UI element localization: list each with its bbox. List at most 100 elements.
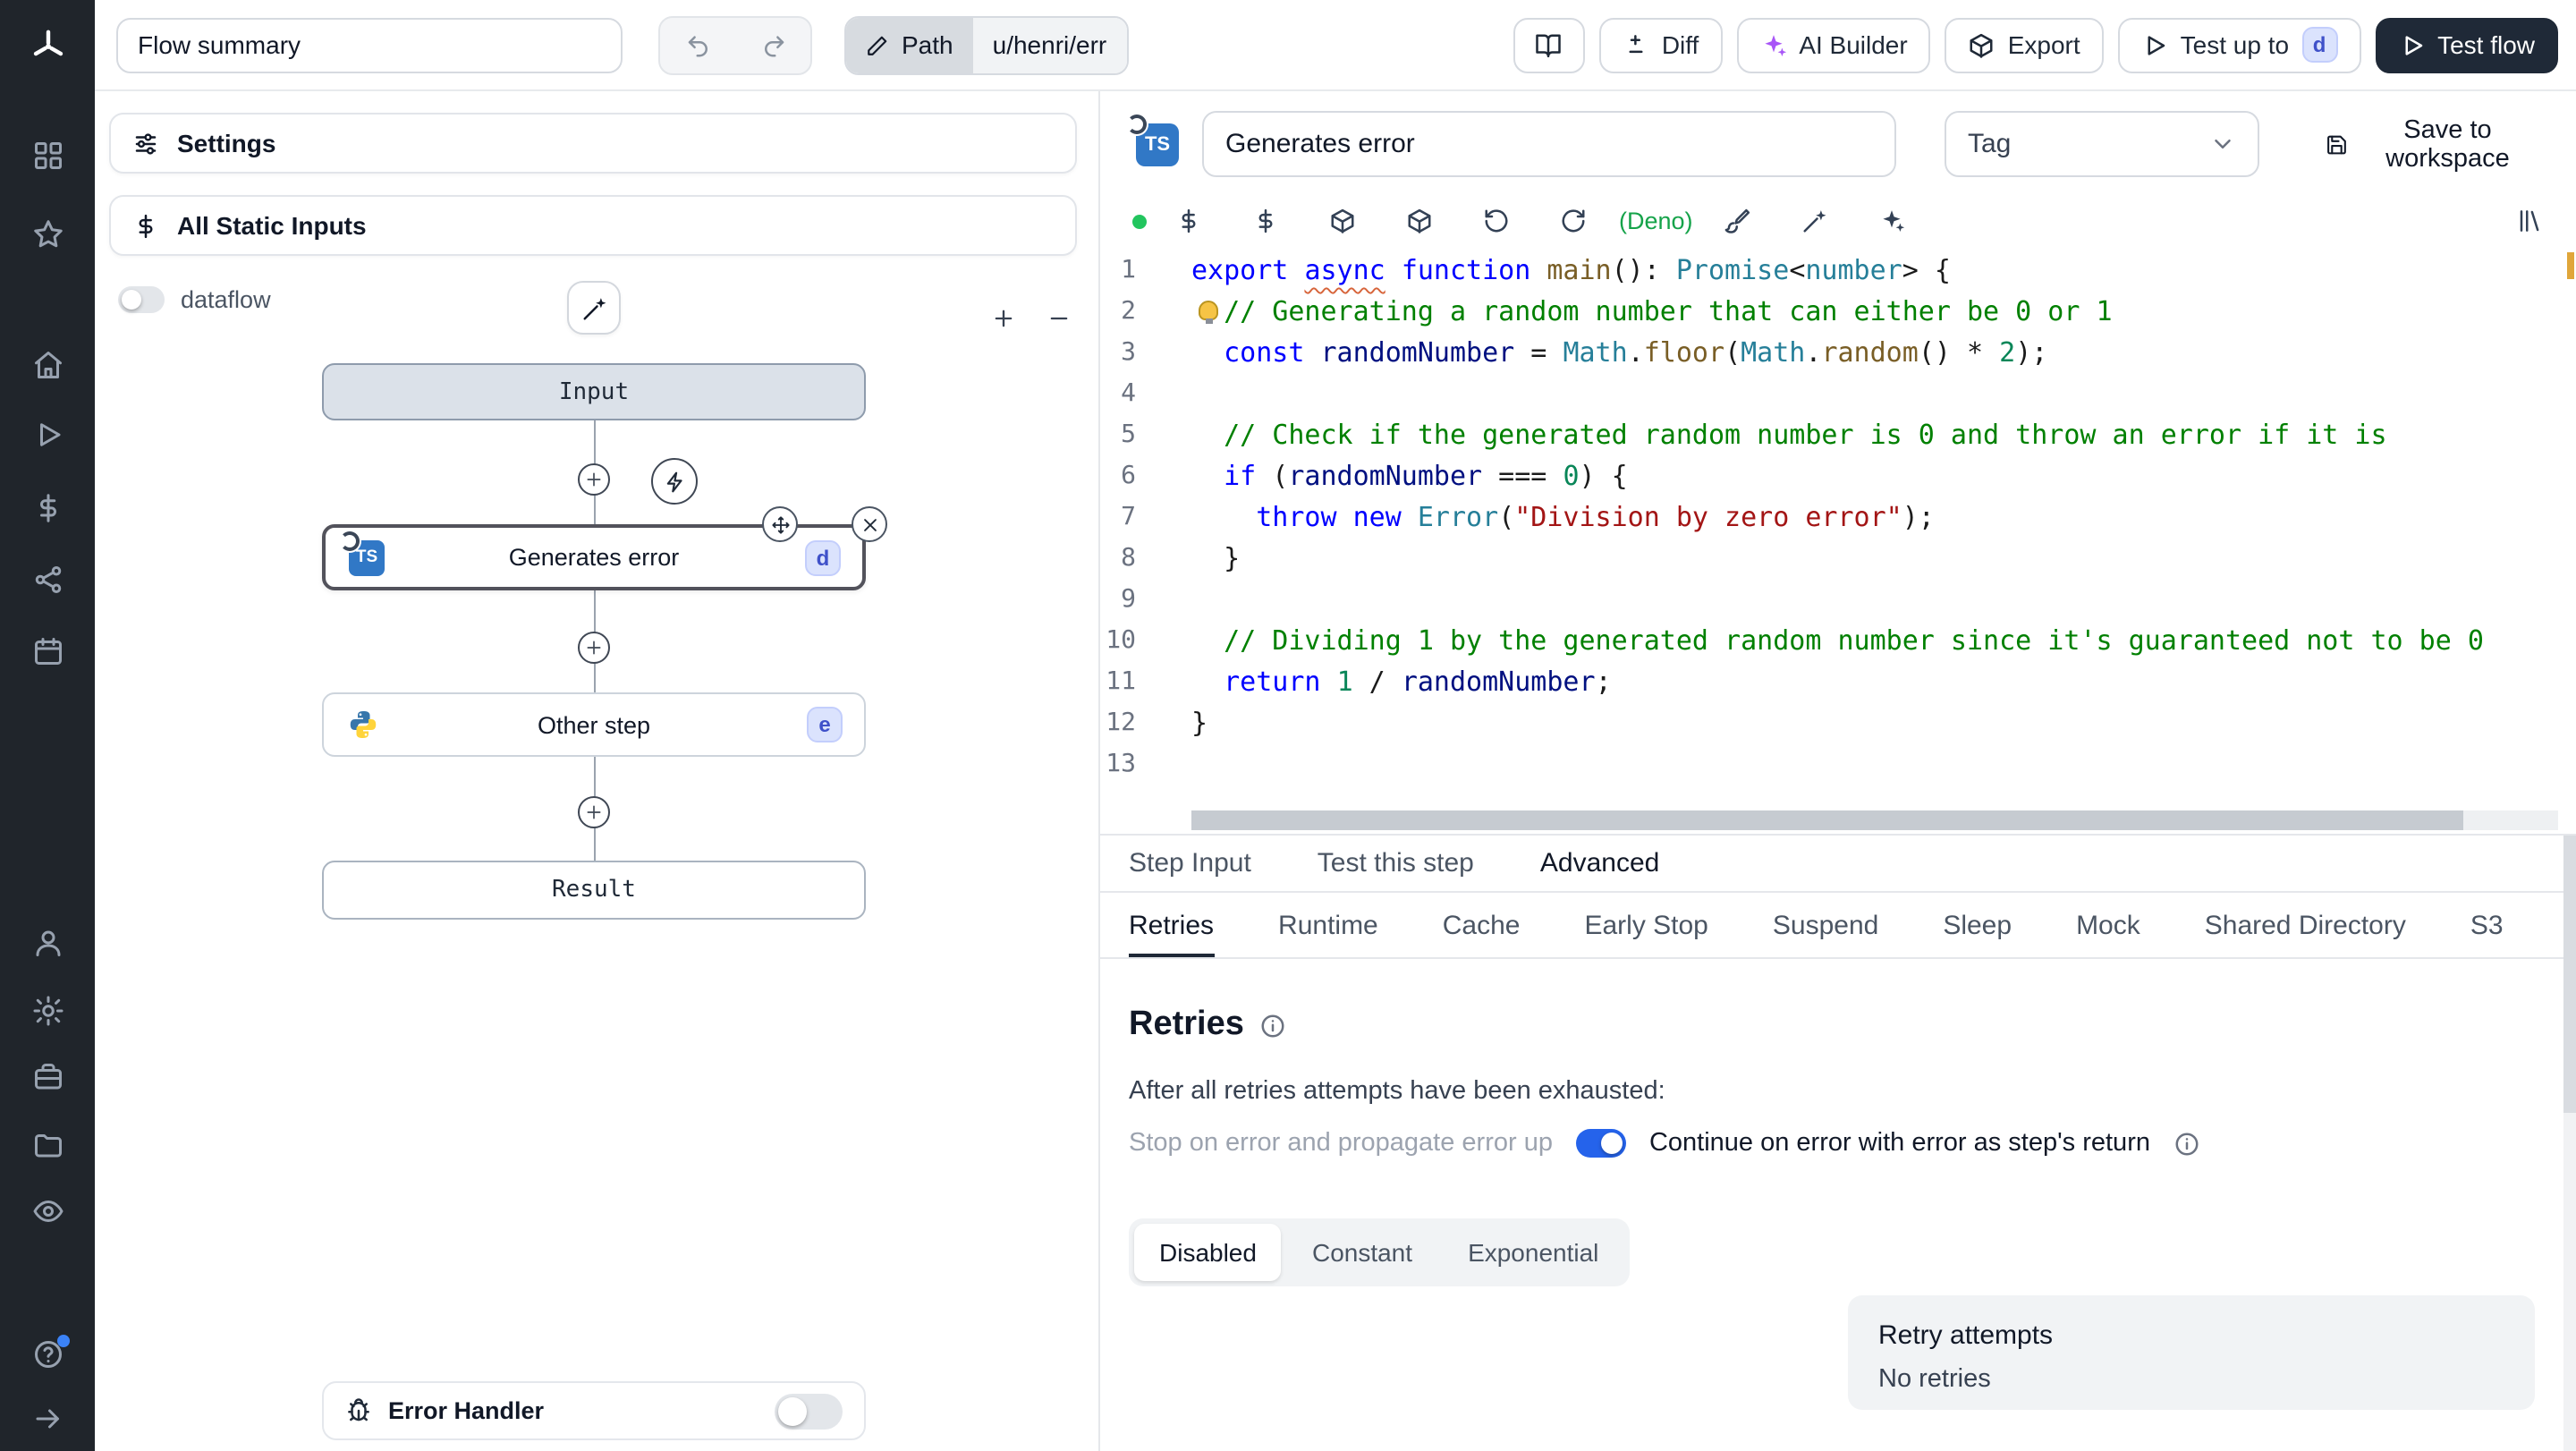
static-inputs-button[interactable]: All Static Inputs: [109, 195, 1077, 256]
bug-icon: [348, 1398, 369, 1421]
diff-icon: [1629, 34, 1643, 53]
sidebar-item-schedules[interactable]: [0, 621, 95, 682]
move-step-button[interactable]: [762, 506, 798, 542]
scrollbar-thumb[interactable]: [1191, 810, 2463, 830]
sidebar-item-variables[interactable]: [0, 478, 95, 539]
sidebar-item-home[interactable]: [0, 335, 95, 395]
flow-node-other-step[interactable]: Other step e: [322, 692, 866, 757]
sidebar-item-settings[interactable]: [0, 980, 95, 1041]
tab-test-this-step[interactable]: Test this step: [1318, 836, 1474, 891]
flow-node-generates-error[interactable]: TS Generates error d: [322, 506, 887, 590]
docs-button[interactable]: [1513, 17, 1585, 72]
subtab-shared-directory[interactable]: Shared Directory: [2205, 893, 2406, 957]
info-icon[interactable]: [1260, 1012, 1287, 1039]
retry-mode-disabled[interactable]: Disabled: [1134, 1224, 1282, 1281]
sidebar-item-workers[interactable]: [0, 1047, 95, 1107]
lightbulb-icon[interactable]: [1199, 301, 1218, 324]
dollar-icon: [1258, 208, 1273, 233]
sidebar-item-apps[interactable]: [0, 125, 95, 186]
tab-advanced[interactable]: Advanced: [1540, 836, 1659, 891]
add-step-button-2[interactable]: [578, 632, 610, 664]
tag-select[interactable]: Tag: [1945, 111, 2259, 177]
retry-mode-constant[interactable]: Constant: [1287, 1224, 1437, 1281]
sidebar-expand-button[interactable]: [0, 1388, 95, 1449]
ai-builder-button[interactable]: AI Builder: [1736, 17, 1931, 72]
diff-label: Diff: [1661, 30, 1699, 59]
step-name-input[interactable]: [1202, 111, 1896, 177]
retry-attempts-value: No retries: [1878, 1365, 1991, 1394]
subtab-s3[interactable]: S3: [2470, 893, 2504, 957]
code-editor[interactable]: 1 export async function main(): Promise<n…: [1100, 245, 2576, 836]
plus-icon: [587, 641, 601, 655]
diff-button[interactable]: Diff: [1598, 17, 1723, 72]
scrollbar-thumb[interactable]: [2563, 836, 2576, 1113]
sidebar: [0, 0, 95, 1451]
subtab-sleep[interactable]: Sleep: [1943, 893, 2012, 957]
redo-button[interactable]: [735, 17, 810, 72]
vertical-scrollbar[interactable]: [2563, 836, 2576, 1451]
sidebar-item-favorites[interactable]: [0, 204, 95, 265]
code-line: 11 return 1 / randomNumber;: [1100, 662, 2576, 703]
flow-settings-button[interactable]: Settings: [109, 113, 1077, 174]
path-control[interactable]: Path u/henri/err: [844, 15, 1129, 74]
sidebar-item-folders[interactable]: [0, 1115, 95, 1175]
subtab-early-stop[interactable]: Early Stop: [1584, 893, 1707, 957]
windmill-logo[interactable]: [0, 16, 95, 77]
dependencies-button[interactable]: [1406, 208, 1433, 234]
zoom-out-button[interactable]: [1036, 299, 1075, 338]
sidebar-item-resources[interactable]: [0, 549, 95, 610]
continue-on-error-toggle[interactable]: [1575, 1129, 1626, 1158]
error-handler-toggle[interactable]: [775, 1393, 843, 1429]
path-edit-segment[interactable]: Path: [846, 17, 973, 72]
sidebar-item-help[interactable]: [0, 1324, 95, 1385]
add-resource-button[interactable]: [1252, 208, 1279, 234]
tab-step-input[interactable]: Step Input: [1129, 836, 1251, 891]
flow-summary-input[interactable]: [116, 17, 623, 72]
save-to-workspace-button[interactable]: Save to workspace: [2315, 114, 2544, 174]
add-step-button-1[interactable]: [578, 463, 610, 496]
dollar-icon: [39, 494, 55, 522]
flow-settings-label: Settings: [177, 129, 276, 157]
plus-icon: [587, 805, 601, 819]
dataflow-toggle[interactable]: [118, 286, 165, 313]
test-flow-button[interactable]: Test flow: [2375, 17, 2558, 72]
arrow-right-icon: [35, 1409, 58, 1429]
undo-button[interactable]: [660, 17, 735, 72]
test-up-to-button[interactable]: Test up to d: [2117, 17, 2361, 72]
subtab-retries[interactable]: Retries: [1129, 893, 1214, 957]
result-node-label: Result: [552, 877, 636, 904]
trigger-button[interactable]: [651, 458, 698, 505]
stop-on-error-option[interactable]: Stop on error and propagate error up: [1129, 1129, 1553, 1158]
library-button[interactable]: [2517, 208, 2544, 234]
delete-step-button[interactable]: [852, 506, 887, 542]
retry-mode-exponential[interactable]: Exponential: [1443, 1224, 1623, 1281]
ai-flow-wand-button[interactable]: [567, 281, 621, 335]
explore-packages-button[interactable]: [1329, 208, 1356, 234]
flow-node-input[interactable]: Input: [322, 363, 866, 420]
error-handler-button[interactable]: Error Handler: [322, 1381, 866, 1440]
sidebar-item-runs[interactable]: [0, 404, 95, 465]
subtab-runtime[interactable]: Runtime: [1278, 893, 1378, 957]
continue-on-error-option[interactable]: Continue on error with error as step's r…: [1649, 1129, 2150, 1158]
subtab-cache[interactable]: Cache: [1443, 893, 1521, 957]
add-variable-button[interactable]: [1175, 208, 1202, 234]
runtime-label[interactable]: (Deno): [1619, 208, 1693, 234]
ai-sparkles-button[interactable]: [1879, 208, 1906, 234]
redo-icon: [764, 35, 784, 56]
add-step-button-3[interactable]: [578, 796, 610, 828]
sidebar-item-users[interactable]: [0, 912, 95, 973]
reload-runtime-button[interactable]: [1560, 208, 1587, 234]
subtab-mock[interactable]: Mock: [2076, 893, 2140, 957]
info-icon[interactable]: [2174, 1130, 2200, 1157]
format-button[interactable]: [1725, 208, 1752, 234]
reset-button[interactable]: [1483, 208, 1510, 234]
sidebar-item-audit[interactable]: [0, 1181, 95, 1242]
horizontal-scrollbar[interactable]: [1191, 810, 2558, 830]
export-button[interactable]: Export: [1945, 17, 2104, 72]
play-icon: [2148, 35, 2165, 55]
subtab-suspend[interactable]: Suspend: [1773, 893, 1878, 957]
retry-mode-segmented-control: Disabled Constant Exponential: [1129, 1218, 1630, 1286]
zoom-in-button[interactable]: [980, 299, 1020, 338]
flow-node-result[interactable]: Result: [322, 861, 866, 920]
ai-wand-button[interactable]: [1802, 208, 1829, 234]
